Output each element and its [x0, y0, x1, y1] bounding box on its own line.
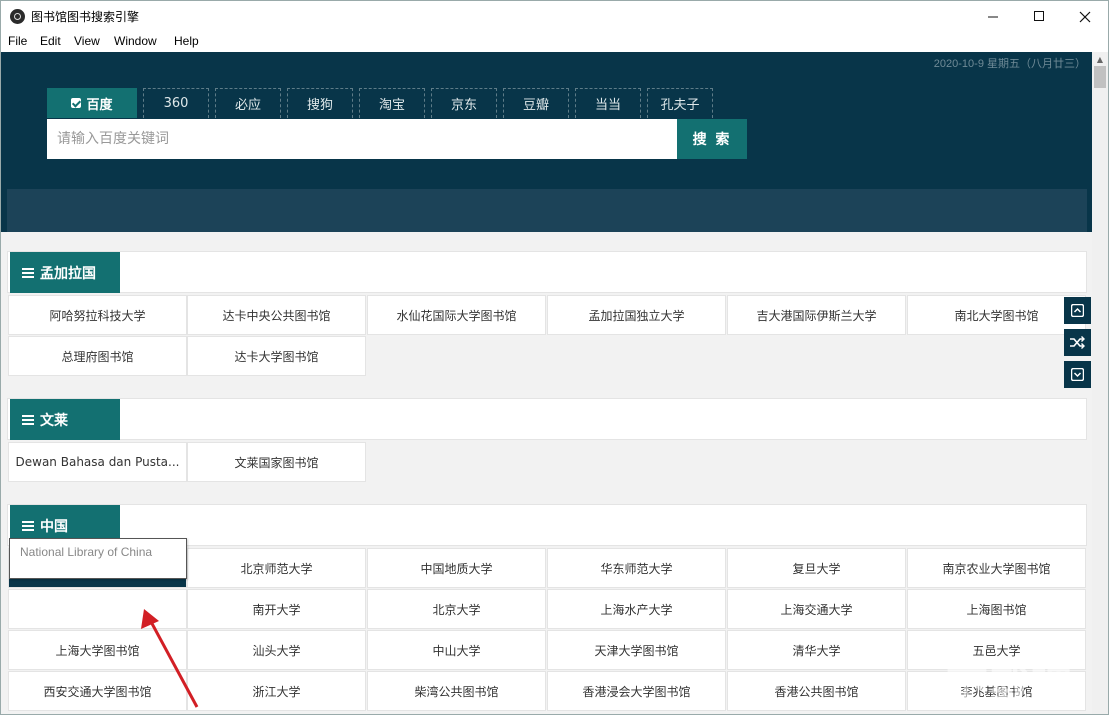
tab-dangdang[interactable]: 当当: [575, 88, 641, 118]
library-link[interactable]: 南开大学: [187, 589, 366, 629]
section-title-text: 孟加拉国: [40, 265, 96, 282]
menu-icon: [22, 267, 34, 278]
library-link[interactable]: 华东师范大学: [547, 548, 726, 588]
library-link[interactable]: 达卡大学图书馆: [187, 336, 366, 376]
date-label: 2020-10-9 星期五（八月廿三）: [933, 58, 1086, 70]
section-title: 孟加拉国: [10, 252, 120, 293]
menu-view[interactable]: View: [74, 34, 100, 48]
library-link[interactable]: 总理府图书馆: [8, 336, 187, 376]
app-window: 图书馆图书搜索引擎 File Edit View Window Help 202…: [0, 0, 1109, 715]
library-link[interactable]: Dewan Bahasa dan Pusta...: [8, 442, 187, 482]
tab-sogou[interactable]: 搜狗: [287, 88, 353, 118]
section-header: 孟加拉国: [7, 251, 1087, 293]
tab-kongfuzi[interactable]: 孔夫子: [647, 88, 713, 118]
library-link[interactable]: 中山大学: [367, 630, 546, 670]
library-link[interactable]: 天津大学图书馆: [547, 630, 726, 670]
scrollbar-thumb[interactable]: [1094, 66, 1106, 88]
search-hero: 2020-10-9 星期五（八月廿三） 百度 360 必应 搜狗 淘宝 京东 豆…: [1, 52, 1092, 232]
library-grid: 阿哈努拉科技大学 达卡中央公共图书馆 水仙花国际大学图书馆 孟加拉国独立大学 吉…: [7, 295, 1087, 377]
library-link[interactable]: 南京农业大学图书馆: [907, 548, 1086, 588]
menu-icon: [22, 414, 34, 425]
library-link[interactable]: 浙江大学: [187, 671, 366, 711]
scroll-bottom-button[interactable]: [1064, 361, 1091, 388]
section-title-text: 文莱: [40, 412, 68, 429]
menu-window[interactable]: Window: [114, 34, 157, 48]
vertical-scrollbar[interactable]: ▲: [1092, 52, 1108, 714]
maximize-button[interactable]: [1016, 1, 1062, 32]
library-link[interactable]: 阿哈努拉科技大学: [8, 295, 187, 335]
scroll-up-arrow-icon[interactable]: ▲: [1092, 52, 1108, 66]
library-link[interactable]: 清华大学: [727, 630, 906, 670]
library-link[interactable]: 南北大学图书馆: [907, 295, 1086, 335]
search-input[interactable]: [47, 119, 677, 159]
section-title-text: 中国: [40, 518, 68, 535]
minimize-icon: [987, 16, 998, 18]
section-brunei: 文莱 Dewan Bahasa dan Pusta... 文莱国家图书馆: [7, 398, 1087, 483]
shuffle-button[interactable]: [1064, 329, 1091, 356]
hero-strip: [7, 189, 1087, 232]
tab-jd[interactable]: 京东: [431, 88, 497, 118]
library-link[interactable]: 吉大港国际伊斯兰大学: [727, 295, 906, 335]
section-china: 中国 中国国家图书馆 北京师范大学 中国地质大学 华东师范大学 复旦大学 南京农…: [7, 504, 1087, 714]
title-bar: 图书馆图书搜索引擎: [1, 1, 1108, 32]
library-link[interactable]: 水仙花国际大学图书馆: [367, 295, 546, 335]
library-link[interactable]: 上海水产大学: [547, 589, 726, 629]
library-link[interactable]: 文莱国家图书馆: [187, 442, 366, 482]
scroll-top-button[interactable]: [1064, 297, 1091, 324]
library-link[interactable]: 汕头大学: [187, 630, 366, 670]
library-link[interactable]: 北京大学: [367, 589, 546, 629]
close-button[interactable]: [1062, 1, 1108, 32]
shuffle-icon: [1070, 336, 1085, 349]
section-header: 文莱: [7, 398, 1087, 440]
library-link[interactable]: [8, 589, 187, 629]
library-link[interactable]: 孟加拉国独立大学: [547, 295, 726, 335]
tab-360[interactable]: 360: [143, 88, 209, 118]
search-button[interactable]: 搜 索: [677, 119, 747, 159]
library-link[interactable]: 复旦大学: [727, 548, 906, 588]
scroll-bottom-icon: [1071, 368, 1084, 381]
tab-label: 百度: [86, 97, 113, 113]
library-grid: Dewan Bahasa dan Pusta... 文莱国家图书馆: [7, 442, 1087, 483]
window-title: 图书馆图书搜索引擎: [31, 10, 140, 24]
menu-bar: File Edit View Window Help: [1, 32, 1108, 52]
app-icon: [10, 9, 25, 24]
main-content: 2020-10-9 星期五（八月廿三） 百度 360 必应 搜狗 淘宝 京东 豆…: [1, 52, 1092, 714]
tab-taobao[interactable]: 淘宝: [359, 88, 425, 118]
close-icon: [1079, 11, 1091, 22]
library-link[interactable]: 中国地质大学: [367, 548, 546, 588]
library-link[interactable]: 柴湾公共图书馆: [367, 671, 546, 711]
maximize-icon: [1033, 11, 1044, 21]
check-icon: [71, 98, 82, 108]
minimize-button[interactable]: [970, 1, 1016, 32]
menu-help[interactable]: Help: [174, 34, 199, 48]
watermark: 下载吧: [945, 662, 1072, 711]
tab-douban[interactable]: 豆瓣: [503, 88, 569, 118]
menu-file[interactable]: File: [8, 34, 27, 48]
tab-bing[interactable]: 必应: [215, 88, 281, 118]
hover-tooltip: National Library of China: [9, 538, 187, 579]
library-link[interactable]: 香港公共图书馆: [727, 671, 906, 711]
library-link[interactable]: 香港浸会大学图书馆: [547, 671, 726, 711]
library-link[interactable]: 西安交通大学图书馆: [8, 671, 187, 711]
library-link[interactable]: 上海交通大学: [727, 589, 906, 629]
scroll-top-icon: [1071, 304, 1084, 317]
library-link[interactable]: 上海大学图书馆: [8, 630, 187, 670]
menu-edit[interactable]: Edit: [40, 34, 61, 48]
library-link[interactable]: 上海图书馆: [907, 589, 1086, 629]
section-bangladesh: 孟加拉国 阿哈努拉科技大学 达卡中央公共图书馆 水仙花国际大学图书馆 孟加拉国独…: [7, 251, 1087, 377]
menu-icon: [22, 520, 34, 531]
section-title: 文莱: [10, 399, 120, 440]
tab-baidu[interactable]: 百度: [47, 88, 137, 118]
library-link[interactable]: 达卡中央公共图书馆: [187, 295, 366, 335]
library-link[interactable]: 北京师范大学: [187, 548, 366, 588]
